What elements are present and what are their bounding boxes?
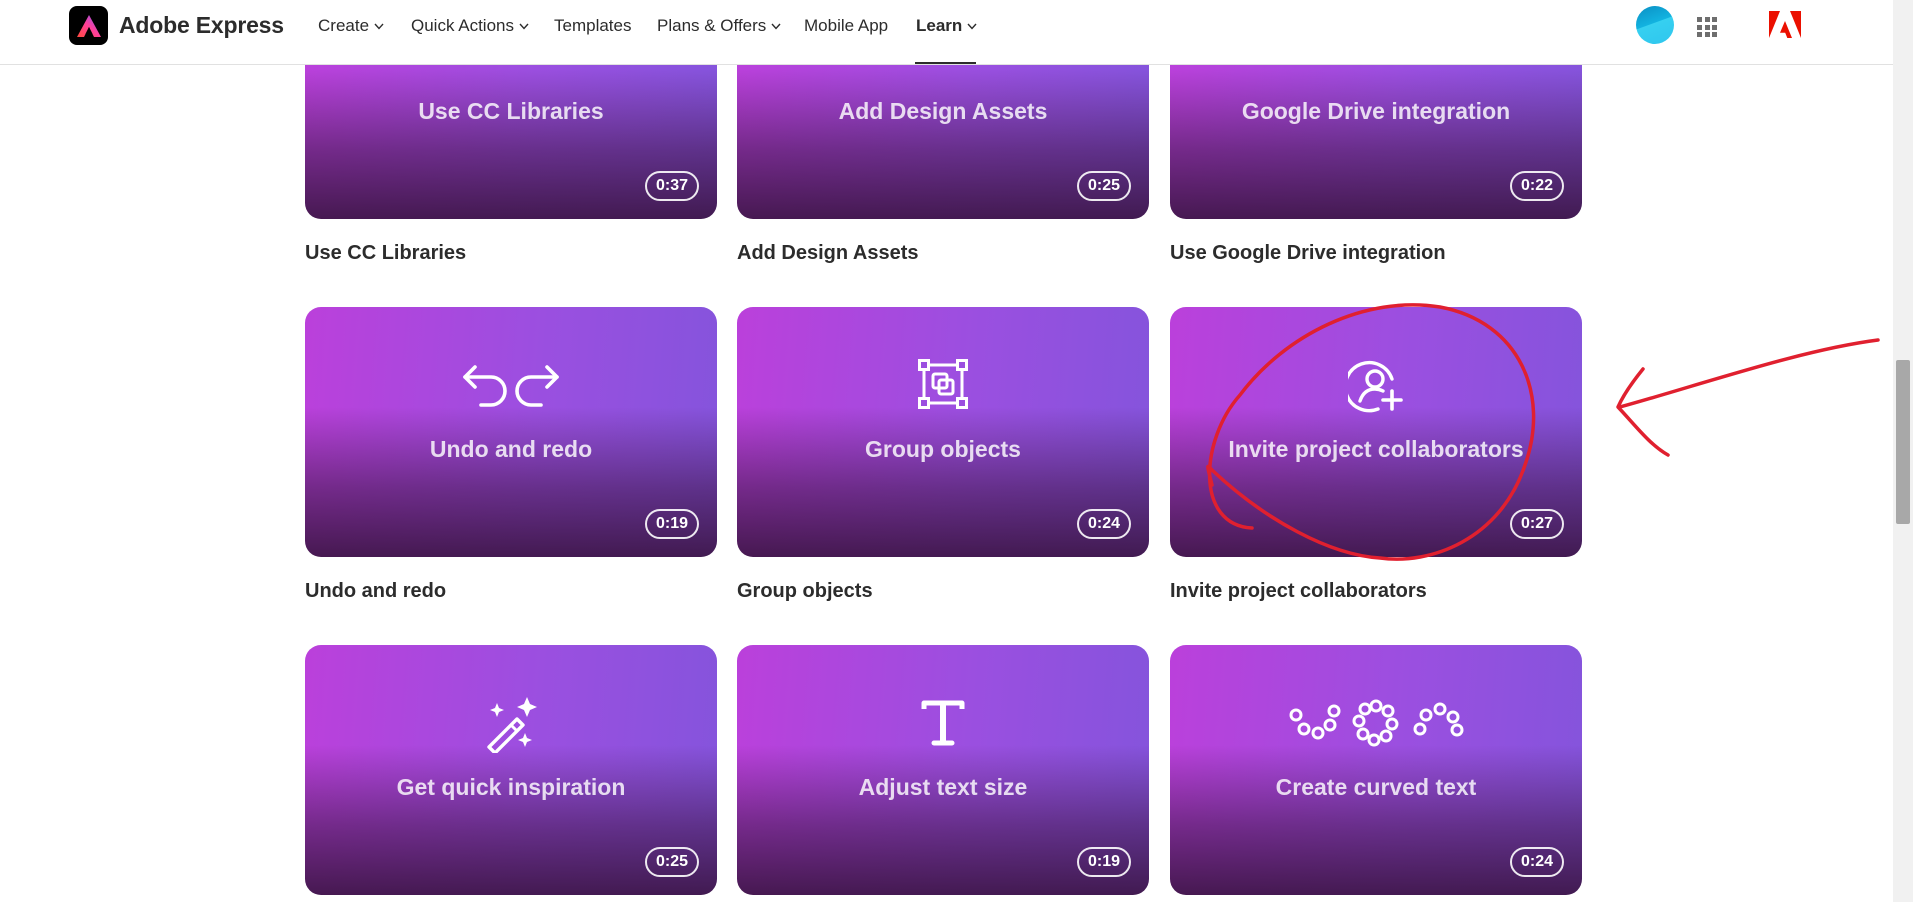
nav-learn-label: Learn [916, 16, 963, 35]
curved-text-icon [1289, 699, 1464, 747]
nav-learn[interactable]: Learn [916, 15, 977, 37]
magic-wand-icon [487, 697, 537, 753]
active-tab-indicator [915, 62, 976, 64]
card-title: Get quick inspiration [396, 774, 626, 800]
tutorial-caption[interactable]: Use Google Drive integration [1170, 242, 1446, 265]
top-navigation: Adobe Express Create Quick Actions Templ… [0, 0, 1893, 65]
card-title: Add Design Assets [838, 98, 1048, 124]
nav-create[interactable]: Create [318, 15, 384, 37]
tutorial-caption[interactable]: Add Design Assets [737, 242, 919, 265]
duration-badge: 0:25 [644, 847, 699, 877]
card-title: Use CC Libraries [418, 98, 604, 124]
tutorial-caption[interactable]: Group objects [737, 580, 873, 603]
nav-quick-actions[interactable]: Quick Actions [411, 15, 529, 37]
card-title: Adjust text size [858, 774, 1028, 800]
card-title: Invite project collaborators [1228, 436, 1524, 462]
nav-plans-offers[interactable]: Plans & Offers [657, 15, 781, 37]
chevron-down-icon [771, 23, 781, 30]
card-title: Google Drive integration [1241, 98, 1511, 124]
tutorial-card-group-objects[interactable]: Group objects 0:24 [737, 307, 1149, 557]
group-objects-icon [918, 359, 968, 409]
nav-quick-actions-label: Quick Actions [411, 16, 514, 35]
avatar[interactable] [1636, 6, 1674, 44]
duration-badge: 0:19 [644, 509, 699, 539]
nav-create-label: Create [318, 16, 370, 35]
card-title: Create curved text [1275, 774, 1477, 800]
brand-name: Adobe Express [119, 12, 284, 38]
add-user-icon [1348, 360, 1403, 413]
tutorial-card-curved-text[interactable]: Create curved text 0:24 [1170, 645, 1582, 895]
chevron-down-icon [519, 23, 529, 30]
adobe-express-logo-icon [69, 6, 108, 45]
scrollbar-thumb[interactable] [1896, 360, 1910, 524]
card-title: Group objects [865, 436, 1021, 462]
tutorial-card-undo-redo[interactable]: Undo and redo 0:19 [305, 307, 717, 557]
duration-badge: 0:24 [1509, 847, 1564, 877]
nav-templates[interactable]: Templates [554, 15, 631, 37]
text-icon [921, 700, 965, 746]
duration-badge: 0:22 [1509, 171, 1564, 201]
undo-redo-icon [463, 365, 559, 407]
nav-plans-offers-label: Plans & Offers [657, 16, 767, 35]
tutorial-card-invite-collaborators[interactable]: Invite project collaborators 0:27 [1170, 307, 1582, 557]
tutorial-caption[interactable]: Use CC Libraries [305, 242, 466, 265]
tutorial-card-text-size[interactable]: Adjust text size 0:19 [737, 645, 1149, 895]
nav-mobile-app-label: Mobile App [804, 16, 889, 35]
duration-badge: 0:19 [1076, 847, 1131, 877]
chevron-down-icon [374, 23, 384, 30]
duration-badge: 0:37 [644, 171, 699, 201]
chevron-down-icon [967, 23, 977, 30]
tutorial-card-quick-inspiration[interactable]: Get quick inspiration 0:25 [305, 645, 717, 895]
card-title: Undo and redo [429, 436, 593, 462]
tutorial-caption[interactable]: Invite project collaborators [1170, 580, 1427, 603]
duration-badge: 0:24 [1076, 509, 1131, 539]
duration-badge: 0:25 [1076, 171, 1131, 201]
nav-templates-label: Templates [554, 16, 632, 35]
brand-link[interactable]: Adobe Express [69, 6, 284, 45]
tutorial-caption[interactable]: Undo and redo [305, 580, 446, 603]
app-switcher-grid-icon[interactable] [1697, 17, 1717, 37]
nav-mobile-app[interactable]: Mobile App [804, 15, 888, 37]
duration-badge: 0:27 [1509, 509, 1564, 539]
adobe-logo-icon[interactable] [1769, 11, 1801, 39]
